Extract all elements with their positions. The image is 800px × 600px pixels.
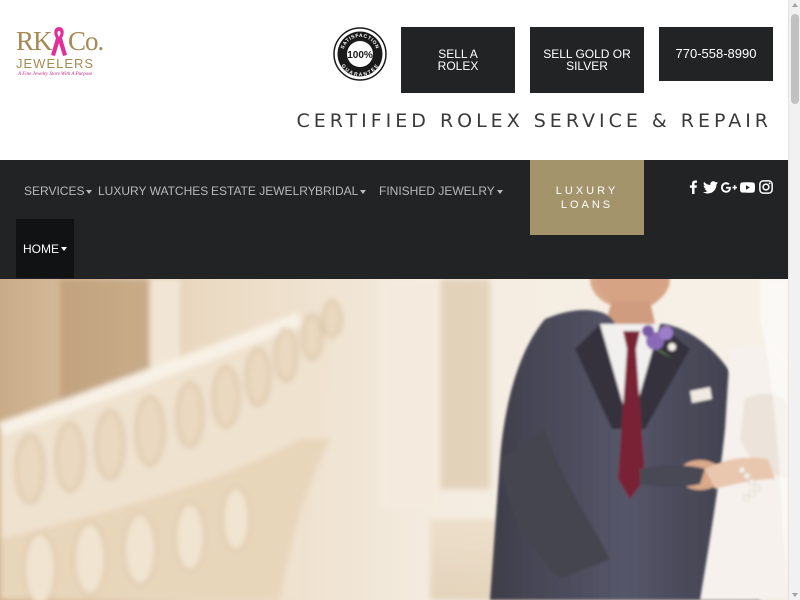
caret-down-icon — [86, 189, 93, 194]
scrollbar-thumb[interactable] — [791, 14, 799, 104]
loans-line1: LUXURY — [555, 184, 619, 197]
site-logo[interactable]: RK Co. JEWELERS A Fine Jewelry Store Wit… — [14, 26, 104, 82]
site-header: RK Co. JEWELERS A Fine Jewelry Store Wit… — [0, 0, 788, 160]
caret-down-icon — [61, 246, 67, 251]
logo-co-text: Co. — [68, 26, 104, 56]
nav-item-luxury-watches-label: LUXURY WATCHES — [98, 184, 209, 198]
twitter-icon[interactable] — [702, 179, 718, 195]
phone-button[interactable]: 770-558-8990 — [659, 27, 773, 81]
logo-jewelers-text: JEWELERS — [16, 56, 95, 71]
badge-center-text: 100% — [347, 50, 373, 61]
nav-item-home-label: HOME — [23, 241, 59, 256]
logo-tagline: A Fine Jewelry Store With A Purpose — [18, 72, 93, 77]
guarantee-seal-icon: SATISFACTION GUARANTEE 100% — [333, 27, 387, 81]
hero-banner — [0, 279, 788, 600]
nav-item-finished-jewelry-label: FINISHED JEWELRY — [379, 184, 495, 198]
google-plus-icon[interactable] — [720, 179, 738, 195]
facebook-icon[interactable] — [685, 179, 701, 195]
pink-ribbon-icon — [51, 27, 67, 56]
loans-line2: LOANS — [560, 198, 614, 211]
nav-item-home[interactable]: HOME — [16, 219, 74, 278]
nav-item-estate-jewelry[interactable]: ESTATE JEWELRY — [211, 184, 316, 198]
nav-item-luxury-watches[interactable]: LUXURY WATCHES — [98, 184, 208, 198]
nav-item-services-label: SERVICES — [24, 184, 85, 198]
page-scrollbar[interactable] — [788, 0, 800, 600]
nav-item-bridal-label: BRIDAL — [315, 184, 359, 198]
nav-item-bridal[interactable]: BRIDAL — [315, 184, 367, 198]
nav-item-estate-jewelry-label: ESTATE JEWELRY — [211, 184, 316, 198]
luxury-loans-button[interactable]: LUXURY LOANS — [530, 160, 644, 235]
instagram-icon[interactable] — [758, 179, 774, 195]
nav-item-finished-jewelry[interactable]: FINISHED JEWELRY — [379, 184, 503, 198]
nav-item-services[interactable]: SERVICES — [24, 184, 93, 198]
sell-rolex-button[interactable]: SELL A ROLEX — [401, 27, 515, 93]
phone-number: 770-558-8990 — [675, 46, 757, 61]
header-tagline: CERTIFIED ROLEX SERVICE & REPAIR — [296, 110, 772, 132]
caret-down-icon — [360, 189, 367, 194]
sell-rolex-line2: ROLEX — [437, 59, 479, 73]
sell-gold-line2: SILVER — [566, 59, 608, 73]
logo-rk-text: RK — [16, 26, 53, 56]
caret-down-icon — [496, 189, 503, 194]
satisfaction-guarantee-badge: SATISFACTION GUARANTEE 100% — [333, 27, 387, 81]
scroll-down-arrow-icon[interactable] — [792, 593, 798, 597]
sell-gold-silver-button[interactable]: SELL GOLD OR SILVER — [530, 27, 644, 93]
scroll-up-arrow-icon[interactable] — [792, 3, 798, 7]
main-nav: SERVICES LUXURY WATCHES ESTATE JEWELRY B… — [0, 160, 788, 279]
wedding-couple-photo — [0, 279, 788, 600]
youtube-icon[interactable] — [739, 179, 755, 195]
